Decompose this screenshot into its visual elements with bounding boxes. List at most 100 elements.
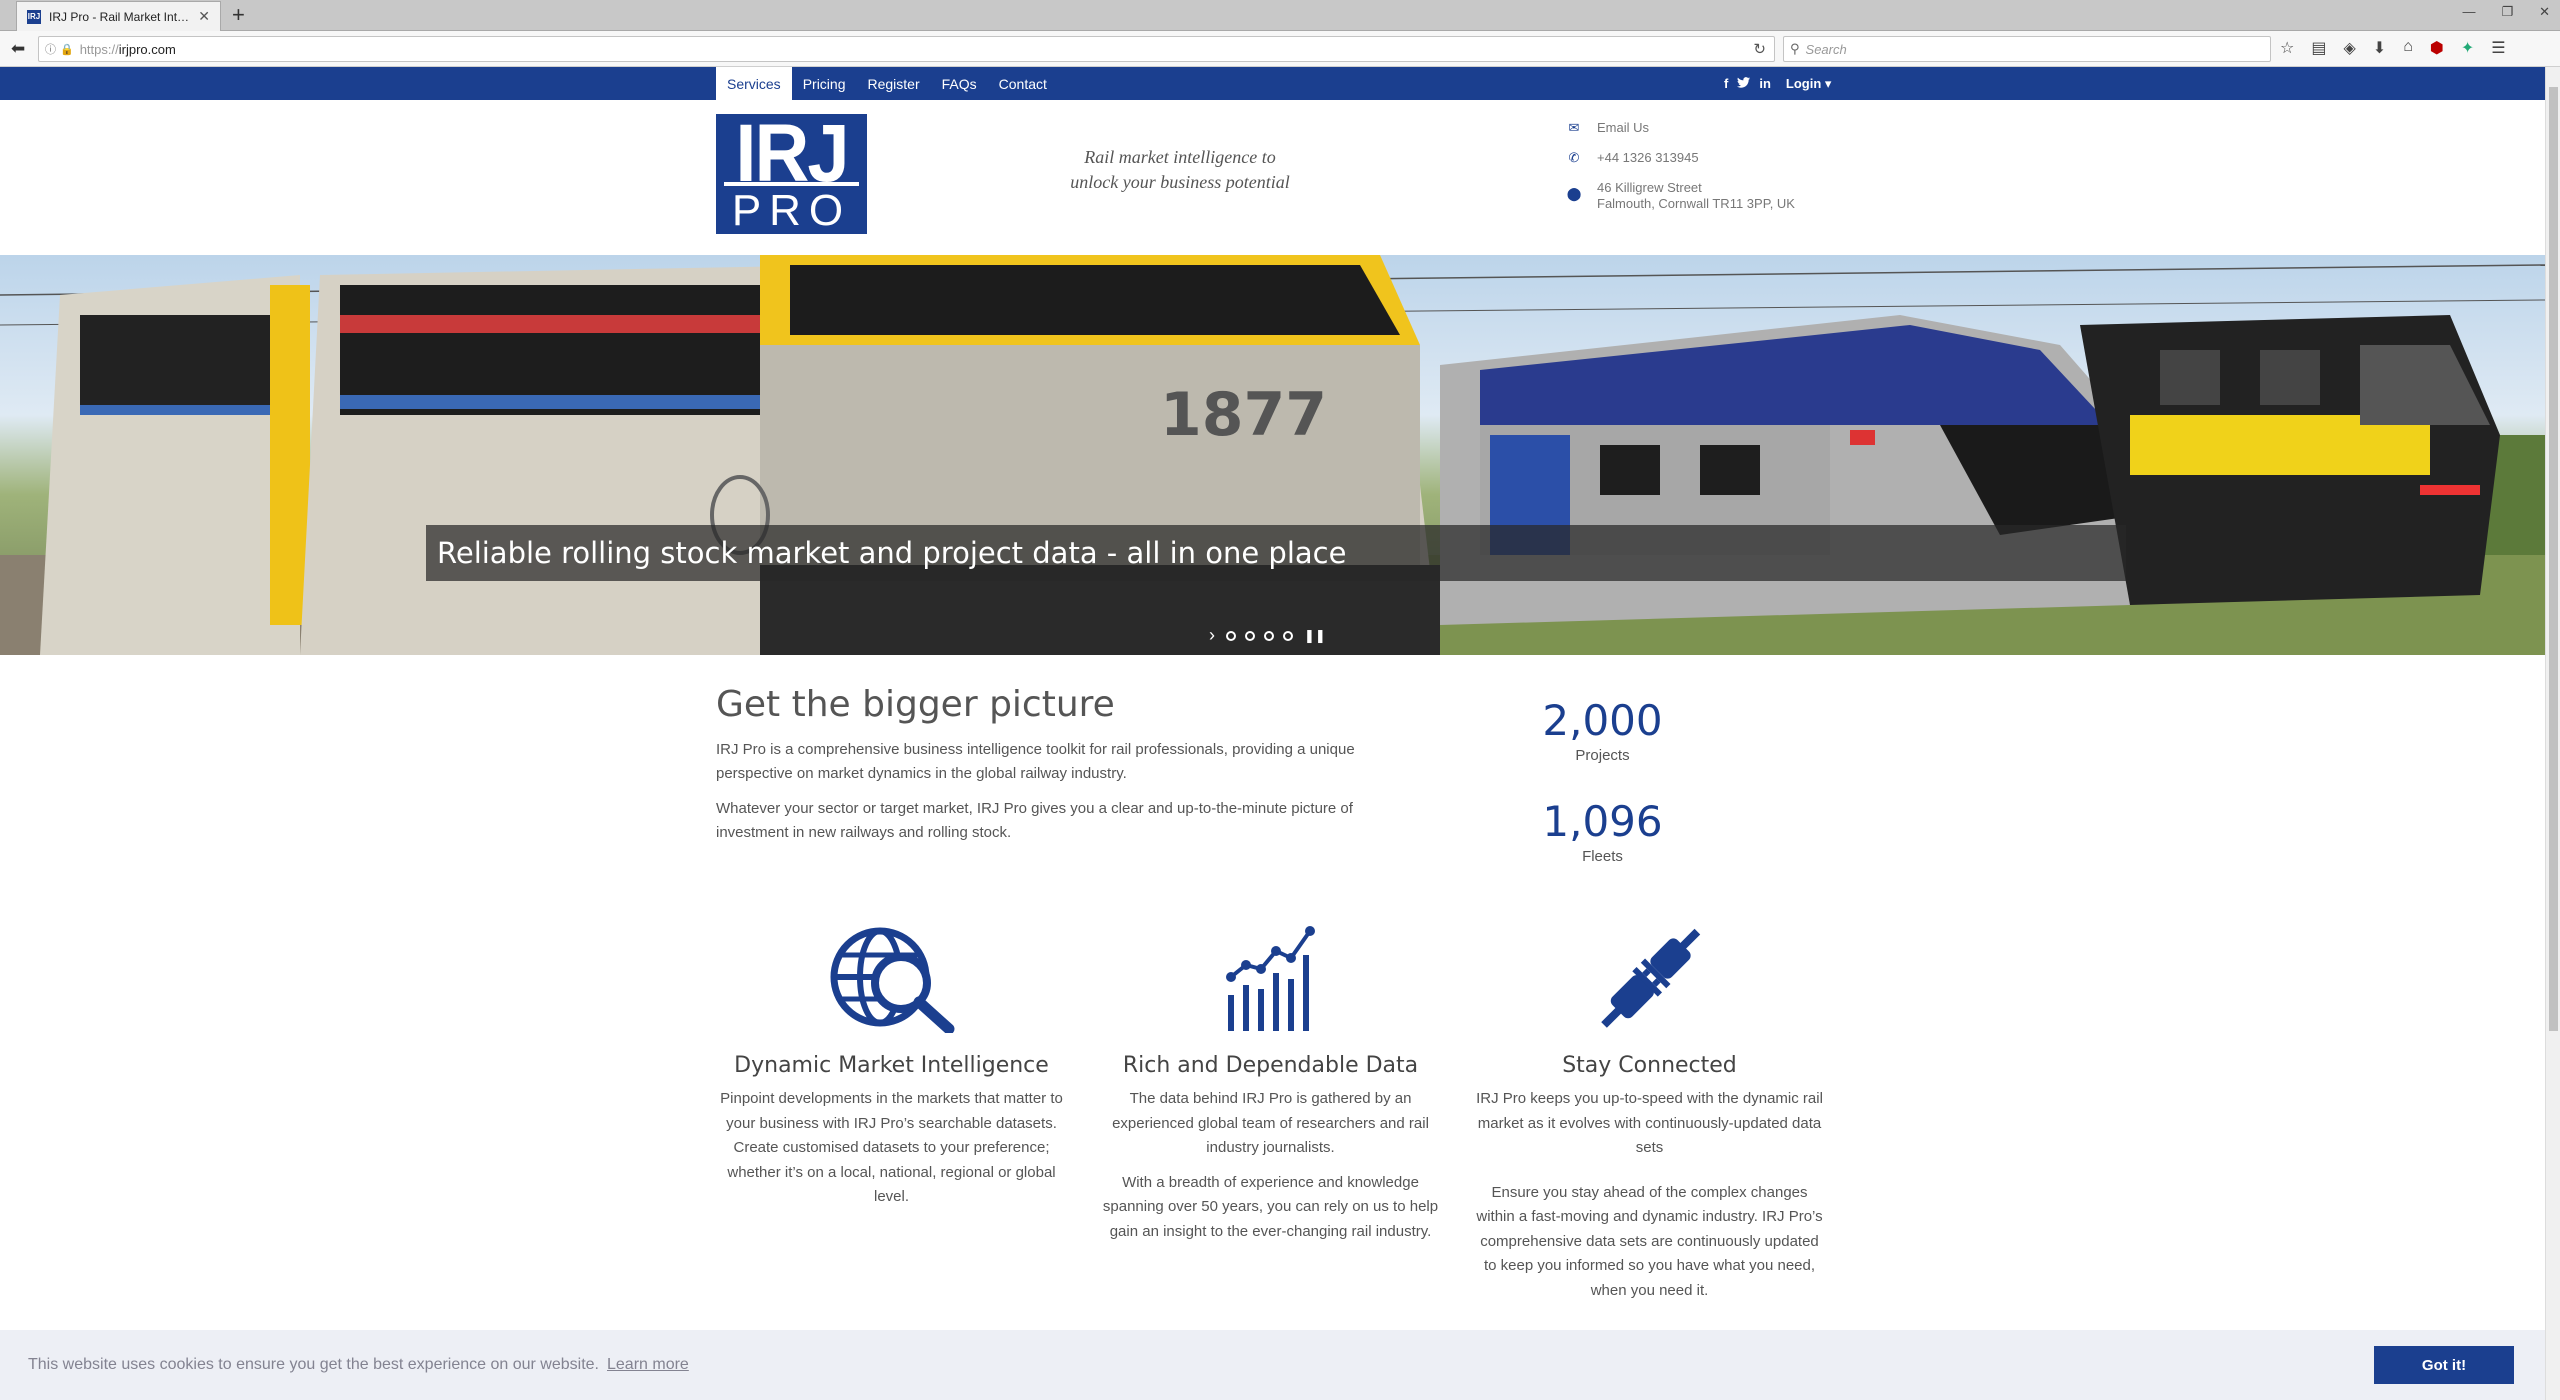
scrollbar-thumb[interactable] (2549, 87, 2558, 1031)
cookie-message: This website uses cookies to ensure you … (28, 1356, 599, 1373)
page-scrollbar[interactable] (2545, 67, 2560, 1400)
site-tagline: Rail market intelligence to unlock your … (1000, 145, 1360, 195)
window-controls: — ❐ ✕ (2462, 4, 2550, 20)
pocket-icon[interactable]: ◈ (2343, 38, 2355, 58)
intro-text: IRJ Pro is a comprehensive business inte… (716, 738, 1356, 856)
twitter-icon[interactable] (1737, 76, 1751, 91)
slider-controls: › ❚❚ (1209, 625, 1326, 646)
phone-number: +44 1326 313945 (1597, 150, 1699, 165)
stat-value: 2,000 (1542, 696, 1663, 745)
intro-para-2: Whatever your sector or target market, I… (716, 800, 1353, 841)
site-navbar: Services Pricing Register FAQs Contact f… (0, 67, 2545, 100)
home-icon[interactable]: ⌂ (2403, 38, 2413, 58)
intro-heading: Get the bigger picture (716, 684, 1115, 725)
slide-dot-4[interactable] (1283, 630, 1293, 641)
slide-dot-3[interactable] (1264, 630, 1274, 641)
feature-para: Pinpoint developments in the markets tha… (720, 1090, 1063, 1205)
feature-para: IRJ Pro keeps you up-to-speed with the d… (1476, 1090, 1823, 1156)
learn-more-link[interactable]: Learn more (607, 1356, 689, 1373)
nav-item-register[interactable]: Register (856, 67, 930, 100)
url-scheme: https:// (79, 41, 119, 57)
stat-label: Projects (1575, 747, 1630, 764)
cookie-message-wrap: This website uses cookies to ensure you … (28, 1356, 689, 1374)
social-links: f in Login ▾ (1724, 67, 1831, 100)
contact-address: ⬤ 46 Killigrew Street Falmouth, Cornwall… (1563, 180, 1795, 212)
next-slide-chevron-icon[interactable]: › (1209, 625, 1215, 646)
login-dropdown[interactable]: Login ▾ (1786, 76, 1832, 92)
feature-title: Dynamic Market Intelligence (734, 1053, 1049, 1078)
nav-item-contact[interactable]: Contact (988, 67, 1058, 100)
feature-para: The data behind IRJ Pro is gathered by a… (1112, 1090, 1429, 1156)
globe-search-icon (830, 927, 954, 1033)
hero-slider[interactable]: 1877 Reliable rolling stock market and p… (0, 255, 2545, 655)
hero-caption: Reliable rolling stock market and projec… (426, 525, 2126, 581)
site-favicon: IRJ (27, 9, 41, 24)
irj-pro-logo[interactable]: IRJ PRO (716, 108, 867, 235)
loco-number: 1877 (1160, 380, 1327, 450)
feature-text: Pinpoint developments in the markets tha… (714, 1087, 1069, 1210)
contact-email[interactable]: ✉ Email Us (1563, 120, 1795, 136)
feature-title: Rich and Dependable Data (1122, 1053, 1419, 1078)
cookie-banner: This website uses cookies to ensure you … (0, 1330, 2545, 1400)
back-arrow-icon[interactable]: ⬅ (11, 39, 25, 59)
address-line-2: Falmouth, Cornwall TR11 3PP, UK (1597, 196, 1795, 211)
close-window-icon[interactable]: ✕ (2539, 4, 2550, 20)
stat-label: Fleets (1582, 848, 1623, 865)
map-marker-icon: ⬤ (1566, 186, 1582, 201)
download-icon[interactable]: ⬇ (2373, 38, 2386, 58)
search-placeholder: Search (1805, 41, 1847, 57)
intro-para-1: IRJ Pro is a comprehensive business inte… (716, 741, 1355, 782)
bar-chart-icon (1225, 926, 1315, 1031)
stat-value: 1,096 (1542, 797, 1663, 846)
envelope-icon: ✉ (1568, 120, 1580, 135)
pause-icon[interactable]: ❚❚ (1304, 628, 1326, 644)
browser-tab-bar: IRJ IRJ Pro - Rail Market Intellige ✕ + … (0, 0, 2560, 31)
logo-text-bottom: PRO (731, 186, 852, 235)
tab-title: IRJ Pro - Rail Market Intellige (49, 9, 193, 24)
hamburger-menu-icon[interactable]: ☰ (2491, 38, 2505, 58)
reload-icon[interactable]: ↻ (1753, 40, 1766, 58)
info-icon[interactable]: ⓘ (45, 41, 56, 57)
feature-stay-connected: Stay Connected IRJ Pro keeps you up-to-s… (1472, 925, 1827, 1313)
plug-icon (1600, 928, 1700, 1028)
tagline-line-2: unlock your business potential (1070, 172, 1290, 192)
slide-dot-1[interactable] (1226, 630, 1236, 641)
browser-tab[interactable]: IRJ IRJ Pro - Rail Market Intellige ✕ (16, 1, 221, 31)
hero-trains-image: 1877 (0, 255, 2545, 655)
feature-para: With a breadth of experience and knowled… (1102, 1173, 1439, 1240)
feature-rich-data: Rich and Dependable Data The data behind… (1093, 925, 1448, 1254)
email-link[interactable]: Email Us (1597, 120, 1649, 135)
url-host: irjpro.com (118, 41, 176, 57)
nav-item-faqs[interactable]: FAQs (931, 67, 988, 100)
lock-icon: 🔒 (60, 43, 74, 56)
phone-icon: ✆ (1568, 150, 1580, 165)
reading-list-icon[interactable]: ▤ (2311, 38, 2326, 58)
facebook-icon[interactable]: f (1724, 76, 1728, 91)
search-icon: ⚲ (1790, 41, 1800, 56)
address-bar[interactable]: ⓘ 🔒 https://irjpro.com ↻ (38, 36, 1775, 62)
feature-text: IRJ Pro keeps you up-to-speed with the d… (1472, 1087, 1827, 1303)
stat-fleets: 1,096 Fleets (1520, 797, 1685, 865)
linkedin-icon[interactable]: in (1759, 76, 1771, 91)
cookie-accept-button[interactable]: Got it! (2374, 1346, 2514, 1384)
bookmark-star-icon[interactable]: ☆ (2280, 38, 2294, 58)
new-tab-icon[interactable]: + (232, 2, 245, 28)
tagline-line-1: Rail market intelligence to (1084, 147, 1276, 167)
main-menu: Services Pricing Register FAQs Contact (716, 67, 1058, 100)
restore-icon[interactable]: ❐ (2501, 4, 2513, 20)
stat-projects: 2,000 Projects (1520, 696, 1685, 764)
ublock-icon[interactable]: ⬢ (2430, 38, 2444, 58)
slide-dot-2[interactable] (1245, 630, 1255, 641)
feature-title: Stay Connected (1562, 1053, 1737, 1078)
feature-para: Ensure you stay ahead of the complex cha… (1476, 1183, 1823, 1299)
feature-text: The data behind IRJ Pro is gathered by a… (1093, 1087, 1448, 1244)
minimize-icon[interactable]: — (2462, 4, 2475, 20)
contact-phone: ✆ +44 1326 313945 (1563, 150, 1795, 166)
nav-item-services[interactable]: Services (716, 67, 792, 100)
close-tab-icon[interactable]: ✕ (198, 8, 210, 25)
browser-search-input[interactable]: ⚲ Search (1783, 36, 2271, 62)
feature-market-intelligence: Dynamic Market Intelligence Pinpoint dev… (714, 925, 1069, 1220)
extension-icon[interactable]: ✦ (2461, 38, 2474, 58)
address-line-1: 46 Killigrew Street (1597, 180, 1702, 195)
nav-item-pricing[interactable]: Pricing (792, 67, 857, 100)
